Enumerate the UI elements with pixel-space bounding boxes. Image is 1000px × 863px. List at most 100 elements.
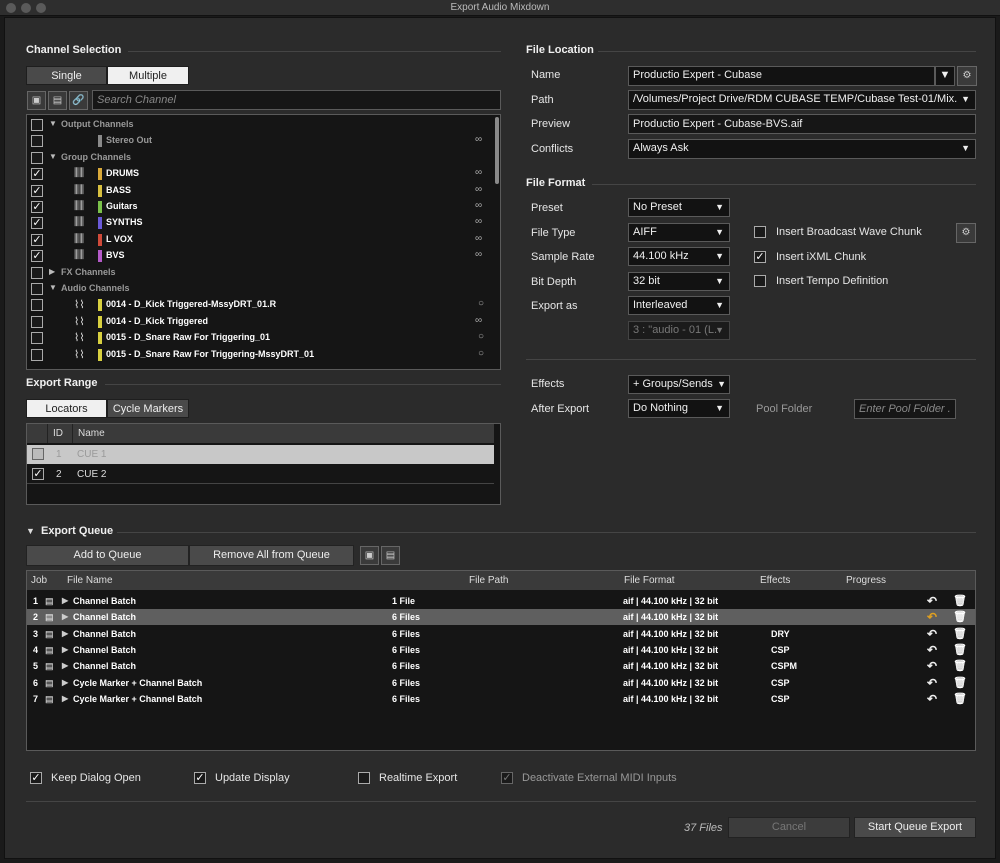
- queue-row[interactable]: ▤ ▶ 6 Cycle Marker + Channel Batch 6 Files ai…: [27, 675, 975, 691]
- queue-collapse-icon[interactable]: ▼: [26, 526, 35, 536]
- remove-all-from-queue-button[interactable]: Remove All from Queue: [189, 545, 354, 566]
- queue-collapse-all-icon[interactable]: ▤: [381, 546, 400, 565]
- collapse-all-icon[interactable]: ▤: [48, 91, 67, 110]
- channel-row[interactable]: ✓ ⫼⫼ BASS ∞: [27, 183, 500, 199]
- name-dropdown-icon[interactable]: ▼: [935, 66, 955, 86]
- export-as-dropdown[interactable]: Interleaved ▼: [628, 296, 730, 315]
- channel-checkbox[interactable]: [31, 299, 43, 312]
- bit-depth-dropdown[interactable]: 32 bit ▼: [628, 272, 730, 291]
- name-settings-gear-icon[interactable]: ⚙: [957, 66, 977, 86]
- channel-row[interactable]: ✓ ⫼⫼ SYNTHS ∞: [27, 215, 500, 231]
- trash-icon[interactable]: 🗑: [953, 676, 967, 689]
- queue-row[interactable]: ▤ ▶ 4 Channel Batch 6 Files aif | 44.100 kHz …: [27, 642, 975, 658]
- pool-folder-input[interactable]: Enter Pool Folder .: [854, 399, 956, 419]
- expand-triangle-icon[interactable]: ▶: [62, 629, 68, 638]
- trash-icon[interactable]: 🗑: [953, 594, 967, 607]
- undo-icon[interactable]: ↶: [927, 594, 937, 608]
- ixml-checkbox[interactable]: ✓: [754, 251, 766, 263]
- trash-icon[interactable]: 🗑: [953, 643, 967, 656]
- channel-row[interactable]: ✓ ⫼⫼ BVS ∞: [27, 248, 500, 264]
- undo-icon[interactable]: ↶: [927, 692, 937, 706]
- broadcast-settings-gear-icon[interactable]: ⚙: [956, 223, 976, 243]
- channel-row[interactable]: ⌇⌇ 0015 - D_Snare Raw For Triggering_01 ○: [27, 330, 500, 346]
- undo-icon[interactable]: ↶: [927, 610, 937, 624]
- trash-icon[interactable]: 🗑: [953, 610, 967, 623]
- mode-locators-button[interactable]: Locators: [26, 399, 107, 418]
- channel-group-row[interactable]: ▼ Group Channels: [27, 150, 500, 166]
- channel-checkbox[interactable]: [31, 332, 43, 345]
- effects-dropdown[interactable]: + Groups/Sends ▼: [628, 375, 730, 394]
- add-to-queue-button[interactable]: Add to Queue: [26, 545, 189, 566]
- expand-triangle-icon[interactable]: ▼: [49, 283, 57, 292]
- channel-checkbox[interactable]: ✓: [31, 217, 43, 230]
- range-row[interactable]: ✓ 2 CUE 2: [27, 465, 494, 484]
- undo-icon[interactable]: ↶: [927, 659, 937, 673]
- channel-list-scrollbar[interactable]: [495, 117, 499, 184]
- channel-checkbox[interactable]: [31, 119, 43, 131]
- after-export-dropdown[interactable]: Do Nothing ▼: [628, 399, 730, 418]
- name-field[interactable]: Productio Expert - Cubase: [628, 66, 935, 86]
- preset-dropdown[interactable]: No Preset ▼: [628, 198, 730, 217]
- queue-row[interactable]: ▤ ▶ 1 Channel Batch 1 File aif | 44.100 kHz |…: [27, 593, 975, 609]
- channel-row[interactable]: ✓ ⫼⫼ Guitars ∞: [27, 199, 500, 215]
- channel-row[interactable]: ✓ ⫼⫼ L VOX ∞: [27, 232, 500, 248]
- realtime-export-checkbox[interactable]: [358, 772, 370, 784]
- trash-icon[interactable]: 🗑: [953, 627, 967, 640]
- conflicts-dropdown[interactable]: Always Ask ▼: [628, 139, 976, 159]
- channel-row[interactable]: ⌇⌇ 0015 - D_Snare Raw For Triggering-Mssy…: [27, 347, 500, 363]
- expand-triangle-icon[interactable]: ▶: [62, 678, 68, 687]
- mode-single-button[interactable]: Single: [26, 66, 107, 85]
- channel-checkbox[interactable]: ✓: [31, 201, 43, 213]
- mode-multiple-button[interactable]: Multiple: [107, 66, 189, 85]
- expand-triangle-icon[interactable]: ▼: [49, 119, 57, 128]
- expand-triangle-icon[interactable]: ▼: [49, 152, 57, 161]
- channel-checkbox[interactable]: [31, 135, 43, 148]
- range-row-checkbox[interactable]: ✓: [32, 468, 44, 480]
- start-queue-export-button[interactable]: Start Queue Export: [854, 817, 976, 838]
- trash-icon[interactable]: 🗑: [953, 659, 967, 672]
- channel-checkbox[interactable]: ✓: [31, 184, 43, 197]
- queue-row[interactable]: ▤ ▶ 5 Channel Batch 6 Files aif | 44.100 kHz …: [27, 658, 975, 674]
- queue-row[interactable]: ▤ ▶ 3 Channel Batch 6 Files aif | 44.100 kHz …: [27, 626, 975, 642]
- channel-checkbox[interactable]: [31, 151, 43, 164]
- sample-rate-dropdown[interactable]: 44.100 kHz ▼: [628, 247, 730, 266]
- expand-all-icon[interactable]: ▣: [27, 91, 46, 110]
- channel-group-row[interactable]: ▼ Output Channels: [27, 117, 500, 133]
- channel-checkbox[interactable]: [31, 315, 43, 328]
- update-display-checkbox[interactable]: ✓: [194, 772, 206, 784]
- expand-triangle-icon[interactable]: ▶: [62, 694, 68, 703]
- channel-checkbox[interactable]: [31, 266, 43, 279]
- expand-triangle-icon[interactable]: ▶: [62, 596, 68, 605]
- channel-checkbox[interactable]: ✓: [31, 233, 43, 246]
- channel-row[interactable]: ⌇⌇ 0014 - D_Kick Triggered ∞: [27, 314, 500, 330]
- path-field[interactable]: /Volumes/Project Drive/RDM CUBASE TEMP/C…: [628, 90, 976, 110]
- expand-triangle-icon[interactable]: ▶: [62, 661, 68, 670]
- channel-group-row[interactable]: ▶ FX Channels: [27, 265, 500, 281]
- channel-group-row[interactable]: ▼ Audio Channels: [27, 281, 500, 297]
- queue-row[interactable]: ▤ ▶ 2 Channel Batch 6 Files aif | 44.100 kHz …: [27, 609, 975, 626]
- search-channel-input[interactable]: Search Channel: [92, 90, 501, 110]
- range-row-checkbox[interactable]: [32, 448, 44, 460]
- undo-icon[interactable]: ↶: [927, 676, 937, 690]
- channel-row[interactable]: ⌇⌇ 0014 - D_Kick Triggered-MssyDRT_01.R ○: [27, 297, 500, 313]
- channel-checkbox[interactable]: ✓: [31, 168, 43, 181]
- channel-row[interactable]: Stereo Out ∞: [27, 133, 500, 149]
- queue-expand-icon[interactable]: ▣: [360, 546, 379, 565]
- channel-row[interactable]: ✓ ⫼⫼ DRUMS ∞: [27, 166, 500, 182]
- cancel-button[interactable]: Cancel: [728, 817, 850, 838]
- undo-icon[interactable]: ↶: [927, 643, 937, 657]
- channel-checkbox[interactable]: [31, 348, 43, 361]
- undo-icon[interactable]: ↶: [927, 627, 937, 641]
- collapse-triangle-icon[interactable]: ▶: [49, 267, 55, 276]
- broadcast-wave-checkbox[interactable]: [754, 226, 766, 238]
- trash-icon[interactable]: 🗑: [953, 692, 967, 705]
- keep-dialog-open-checkbox[interactable]: ✓: [30, 772, 42, 784]
- queue-row[interactable]: ▤ ▶ 7 Cycle Marker + Channel Batch 6 Files ai…: [27, 691, 975, 707]
- range-row[interactable]: 1 CUE 1: [27, 445, 494, 464]
- file-type-dropdown[interactable]: AIFF ▼: [628, 223, 730, 242]
- expand-triangle-icon[interactable]: ▶: [62, 612, 68, 621]
- mode-cycle-markers-button[interactable]: Cycle Markers: [107, 399, 189, 418]
- channel-checkbox[interactable]: [31, 283, 43, 295]
- tempo-definition-checkbox[interactable]: [754, 275, 766, 287]
- channel-checkbox[interactable]: ✓: [31, 250, 43, 263]
